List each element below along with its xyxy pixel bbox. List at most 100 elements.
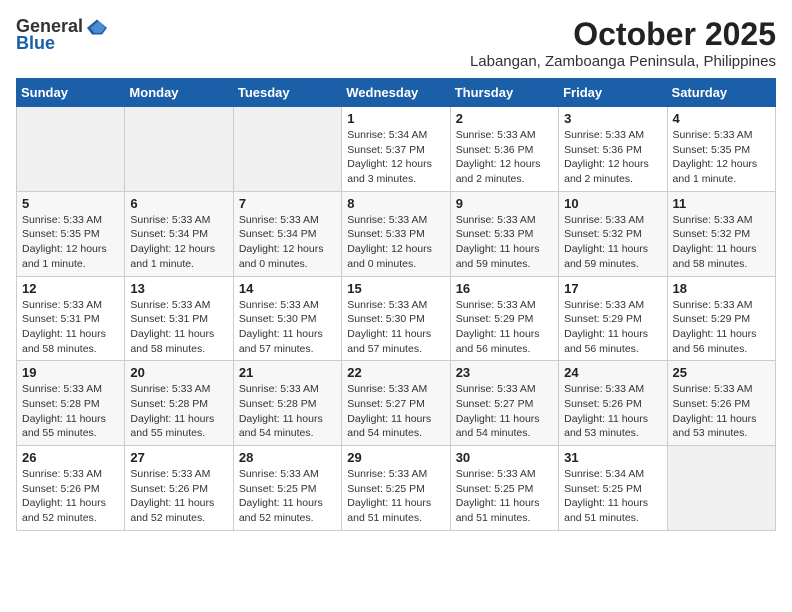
day-number: 14	[239, 281, 336, 296]
day-info: Sunrise: 5:33 AM Sunset: 5:29 PM Dayligh…	[673, 298, 770, 357]
calendar-cell: 13Sunrise: 5:33 AM Sunset: 5:31 PM Dayli…	[125, 276, 233, 361]
day-number: 26	[22, 450, 119, 465]
day-info: Sunrise: 5:33 AM Sunset: 5:29 PM Dayligh…	[564, 298, 661, 357]
day-info: Sunrise: 5:33 AM Sunset: 5:30 PM Dayligh…	[239, 298, 336, 357]
logo-blue: Blue	[16, 33, 55, 54]
calendar-cell	[667, 446, 775, 531]
day-number: 6	[130, 196, 227, 211]
day-info: Sunrise: 5:33 AM Sunset: 5:31 PM Dayligh…	[22, 298, 119, 357]
calendar-cell: 6 Sunrise: 5:33 AM Sunset: 5:34 PM Daylig…	[125, 191, 233, 276]
day-number: 4	[673, 111, 770, 126]
day-number: 17	[564, 281, 661, 296]
calendar-cell: 8 Sunrise: 5:33 AM Sunset: 5:33 PM Daylig…	[342, 191, 450, 276]
day-info: Sunrise: 5:33 AM Sunset: 5:33 PM Dayligh…	[347, 213, 444, 272]
day-info: Sunrise: 5:33 AM Sunset: 5:26 PM Dayligh…	[130, 467, 227, 526]
day-number: 24	[564, 365, 661, 380]
page-header: General Blue October 2025 Labangan, Zamb…	[16, 16, 776, 70]
day-info: Sunrise: 5:33 AM Sunset: 5:32 PM Dayligh…	[564, 213, 661, 272]
calendar-cell: 21Sunrise: 5:33 AM Sunset: 5:28 PM Dayli…	[233, 361, 341, 446]
day-number: 30	[456, 450, 553, 465]
day-info: Sunrise: 5:33 AM Sunset: 5:26 PM Dayligh…	[673, 382, 770, 441]
day-number: 21	[239, 365, 336, 380]
day-number: 7	[239, 196, 336, 211]
calendar-header-tuesday: Tuesday	[233, 79, 341, 107]
calendar-cell: 19 Sunrise: 5:33 AM Sunset: 5:28 PM Dayli…	[17, 361, 125, 446]
day-number: 20	[130, 365, 227, 380]
day-number: 1	[347, 111, 444, 126]
day-info: Sunrise: 5:33 AM Sunset: 5:36 PM Dayligh…	[456, 128, 553, 187]
day-info: Sunrise: 5:33 AM Sunset: 5:30 PM Dayligh…	[347, 298, 444, 357]
day-info: Sunrise: 5:34 AM Sunset: 5:25 PM Dayligh…	[564, 467, 661, 526]
calendar-cell: 29 Sunrise: 5:33 AM Sunset: 5:25 PM Dayli…	[342, 446, 450, 531]
calendar-cell: 25 Sunrise: 5:33 AM Sunset: 5:26 PM Dayli…	[667, 361, 775, 446]
calendar-header-wednesday: Wednesday	[342, 79, 450, 107]
calendar-cell: 3 Sunrise: 5:33 AM Sunset: 5:36 PM Daylig…	[559, 107, 667, 192]
day-info: Sunrise: 5:33 AM Sunset: 5:31 PM Dayligh…	[130, 298, 227, 357]
location-title: Labangan, Zamboanga Peninsula, Philippin…	[470, 53, 776, 70]
calendar-header-monday: Monday	[125, 79, 233, 107]
calendar-cell: 15 Sunrise: 5:33 AM Sunset: 5:30 PM Dayli…	[342, 276, 450, 361]
logo-icon	[87, 17, 107, 37]
day-info: Sunrise: 5:33 AM Sunset: 5:26 PM Dayligh…	[564, 382, 661, 441]
calendar-cell: 9Sunrise: 5:33 AM Sunset: 5:33 PM Daylig…	[450, 191, 558, 276]
calendar-week-row: 26 Sunrise: 5:33 AM Sunset: 5:26 PM Dayli…	[17, 446, 776, 531]
day-number: 29	[347, 450, 444, 465]
day-info: Sunrise: 5:33 AM Sunset: 5:27 PM Dayligh…	[456, 382, 553, 441]
day-number: 8	[347, 196, 444, 211]
calendar-cell: 17 Sunrise: 5:33 AM Sunset: 5:29 PM Dayli…	[559, 276, 667, 361]
calendar-header-row: SundayMondayTuesdayWednesdayThursdayFrid…	[17, 79, 776, 107]
calendar-cell: 24 Sunrise: 5:33 AM Sunset: 5:26 PM Dayli…	[559, 361, 667, 446]
month-title: October 2025	[470, 16, 776, 53]
day-number: 9	[456, 196, 553, 211]
day-info: Sunrise: 5:33 AM Sunset: 5:25 PM Dayligh…	[347, 467, 444, 526]
calendar-cell: 7 Sunrise: 5:33 AM Sunset: 5:34 PM Daylig…	[233, 191, 341, 276]
day-info: Sunrise: 5:34 AM Sunset: 5:37 PM Dayligh…	[347, 128, 444, 187]
day-info: Sunrise: 5:33 AM Sunset: 5:29 PM Dayligh…	[456, 298, 553, 357]
calendar-cell: 4 Sunrise: 5:33 AM Sunset: 5:35 PM Daylig…	[667, 107, 775, 192]
calendar-header-thursday: Thursday	[450, 79, 558, 107]
title-block: October 2025 Labangan, Zamboanga Peninsu…	[470, 16, 776, 70]
calendar-header-sunday: Sunday	[17, 79, 125, 107]
calendar-cell: 28 Sunrise: 5:33 AM Sunset: 5:25 PM Dayli…	[233, 446, 341, 531]
day-number: 3	[564, 111, 661, 126]
calendar-cell: 5 Sunrise: 5:33 AM Sunset: 5:35 PM Daylig…	[17, 191, 125, 276]
day-info: Sunrise: 5:33 AM Sunset: 5:28 PM Dayligh…	[22, 382, 119, 441]
calendar-cell: 14 Sunrise: 5:33 AM Sunset: 5:30 PM Dayli…	[233, 276, 341, 361]
day-number: 5	[22, 196, 119, 211]
day-info: Sunrise: 5:33 AM Sunset: 5:35 PM Dayligh…	[22, 213, 119, 272]
day-number: 23	[456, 365, 553, 380]
day-number: 25	[673, 365, 770, 380]
calendar-cell: 20 Sunrise: 5:33 AM Sunset: 5:28 PM Dayli…	[125, 361, 233, 446]
day-info: Sunrise: 5:33 AM Sunset: 5:25 PM Dayligh…	[456, 467, 553, 526]
day-info: Sunrise: 5:33 AM Sunset: 5:28 PM Dayligh…	[130, 382, 227, 441]
day-info: Sunrise: 5:33 AM Sunset: 5:34 PM Dayligh…	[239, 213, 336, 272]
day-number: 27	[130, 450, 227, 465]
calendar-header-friday: Friday	[559, 79, 667, 107]
day-number: 12	[22, 281, 119, 296]
day-info: Sunrise: 5:33 AM Sunset: 5:32 PM Dayligh…	[673, 213, 770, 272]
calendar-cell: 10Sunrise: 5:33 AM Sunset: 5:32 PM Dayli…	[559, 191, 667, 276]
day-info: Sunrise: 5:33 AM Sunset: 5:34 PM Dayligh…	[130, 213, 227, 272]
calendar-cell: 30 Sunrise: 5:33 AM Sunset: 5:25 PM Dayli…	[450, 446, 558, 531]
calendar-cell: 1 Sunrise: 5:34 AM Sunset: 5:37 PM Daylig…	[342, 107, 450, 192]
day-info: Sunrise: 5:33 AM Sunset: 5:25 PM Dayligh…	[239, 467, 336, 526]
day-info: Sunrise: 5:33 AM Sunset: 5:27 PM Dayligh…	[347, 382, 444, 441]
day-number: 19	[22, 365, 119, 380]
calendar-cell: 22Sunrise: 5:33 AM Sunset: 5:27 PM Dayli…	[342, 361, 450, 446]
calendar-week-row: 1 Sunrise: 5:34 AM Sunset: 5:37 PM Daylig…	[17, 107, 776, 192]
day-info: Sunrise: 5:33 AM Sunset: 5:35 PM Dayligh…	[673, 128, 770, 187]
calendar-cell: 2 Sunrise: 5:33 AM Sunset: 5:36 PM Daylig…	[450, 107, 558, 192]
day-number: 31	[564, 450, 661, 465]
calendar-cell: 26Sunrise: 5:33 AM Sunset: 5:26 PM Dayli…	[17, 446, 125, 531]
calendar-cell	[125, 107, 233, 192]
day-info: Sunrise: 5:33 AM Sunset: 5:36 PM Dayligh…	[564, 128, 661, 187]
calendar-week-row: 5 Sunrise: 5:33 AM Sunset: 5:35 PM Daylig…	[17, 191, 776, 276]
calendar-cell: 11Sunrise: 5:33 AM Sunset: 5:32 PM Dayli…	[667, 191, 775, 276]
calendar-header-saturday: Saturday	[667, 79, 775, 107]
calendar-cell: 23 Sunrise: 5:33 AM Sunset: 5:27 PM Dayli…	[450, 361, 558, 446]
calendar-cell: 27 Sunrise: 5:33 AM Sunset: 5:26 PM Dayli…	[125, 446, 233, 531]
day-number: 15	[347, 281, 444, 296]
day-number: 28	[239, 450, 336, 465]
logo: General Blue	[16, 16, 107, 54]
day-number: 2	[456, 111, 553, 126]
